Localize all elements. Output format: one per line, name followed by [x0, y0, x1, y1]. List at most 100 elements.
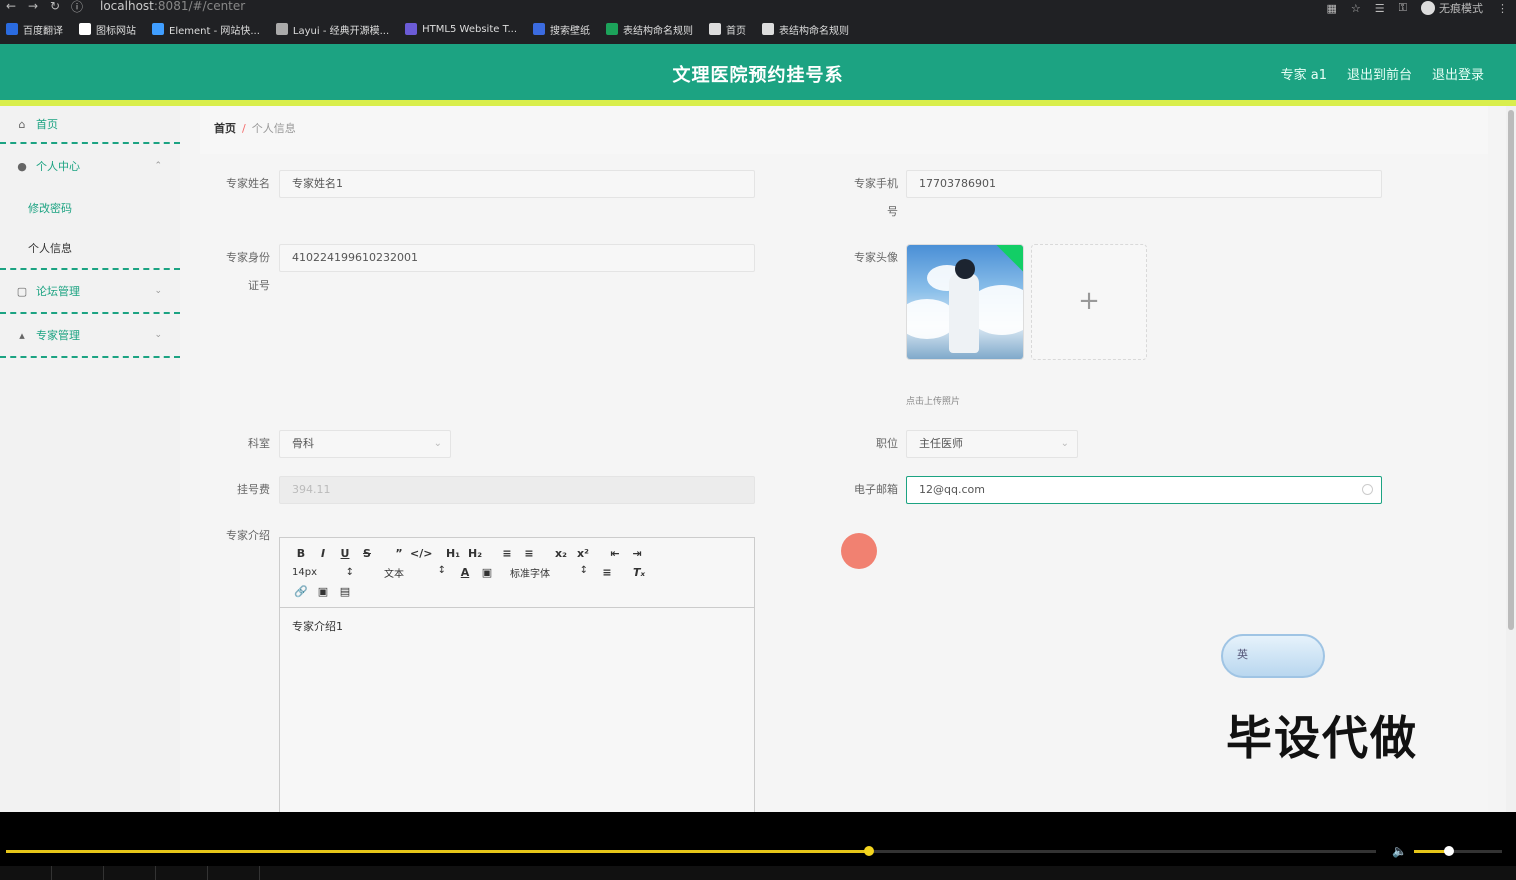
- scrollbar-thumb[interactable]: [1508, 110, 1514, 630]
- link-icon[interactable]: 🔗: [290, 585, 312, 598]
- back-icon[interactable]: ←: [0, 0, 22, 13]
- subscript-icon[interactable]: x₂: [550, 547, 572, 560]
- title-select[interactable]: 主任医师 ⌄: [906, 430, 1078, 458]
- bookmark-item[interactable]: 表结构命名规则: [606, 22, 693, 37]
- sidebar-item-change-password[interactable]: 修改密码: [0, 188, 180, 228]
- font-size-picker[interactable]: 14px ↕: [292, 567, 362, 578]
- url-path: :8081/#/center: [153, 0, 246, 13]
- idcard-input[interactable]: 410224199610232001: [279, 244, 755, 272]
- key-icon[interactable]: ⚿: [1399, 1, 1407, 15]
- dept-select[interactable]: 骨科 ⌄: [279, 430, 451, 458]
- underline-icon[interactable]: U: [334, 547, 356, 560]
- dept-label: 科室: [248, 437, 270, 450]
- avatar-label: 专家头像: [854, 251, 898, 264]
- paragraph-picker[interactable]: 文本 ↕: [364, 565, 454, 580]
- bookmark-item[interactable]: 搜索壁纸: [533, 22, 590, 37]
- clear-format-icon[interactable]: Tₓ: [628, 566, 650, 579]
- bullet-list-icon[interactable]: ≡: [518, 547, 540, 560]
- clear-icon[interactable]: [1362, 484, 1373, 495]
- app: 文理医院预约挂号系 专家 a1 退出到前台 退出登录 ⌂ 首页 ● 个人中心 ⌃…: [0, 44, 1516, 812]
- bookmark-item[interactable]: HTML5 Website T...: [405, 23, 517, 35]
- incognito-indicator[interactable]: 无痕模式: [1421, 0, 1483, 16]
- bg-color-icon[interactable]: ▣: [476, 566, 498, 579]
- upload-button[interactable]: +: [1031, 244, 1147, 360]
- bookmark-item[interactable]: 百度翻译: [6, 22, 63, 37]
- image-icon[interactable]: ▣: [312, 585, 334, 598]
- phone-label-cont: 号: [887, 205, 898, 218]
- sidebar-item-personal-center[interactable]: ● 个人中心 ⌃: [0, 144, 180, 188]
- h1-icon[interactable]: H₁: [442, 547, 464, 560]
- ordered-list-icon[interactable]: ≡: [496, 547, 518, 560]
- phone-label: 专家手机: [854, 177, 898, 190]
- url-host: localhost: [100, 0, 154, 13]
- home-icon: ⌂: [18, 117, 26, 131]
- page-scrollbar[interactable]: [1506, 106, 1516, 812]
- bookmark-item[interactable]: 首页: [709, 22, 746, 37]
- volume-track[interactable]: [1414, 850, 1502, 853]
- align-icon[interactable]: ≡: [596, 566, 618, 579]
- email-input-value: 12@qq.com: [919, 483, 985, 496]
- bookmark-label: 表结构命名规则: [623, 25, 694, 37]
- bookmark-icon: [79, 23, 91, 35]
- dept-select-value: 骨科: [292, 437, 314, 450]
- user-name-link[interactable]: 专家 a1: [1281, 64, 1327, 83]
- font-family-picker[interactable]: 标准字体 ↕: [500, 565, 596, 580]
- updown-icon: ↕: [345, 567, 354, 578]
- ime-floating-widget[interactable]: 英: [1221, 634, 1325, 678]
- translate-icon[interactable]: ▦: [1326, 2, 1336, 15]
- star-icon[interactable]: ☆: [1351, 2, 1361, 15]
- avatar-image[interactable]: [906, 244, 1024, 360]
- sidebar-item-home[interactable]: ⌂ 首页: [0, 106, 180, 144]
- updown-icon: ↕: [579, 565, 588, 576]
- exit-to-front-link[interactable]: 退出到前台: [1347, 64, 1412, 83]
- info-icon[interactable]: ⓘ: [66, 0, 88, 15]
- menu-icon[interactable]: ⋮: [1497, 2, 1508, 15]
- bookmark-item[interactable]: 表结构命名规则: [762, 22, 849, 37]
- sidebar-group-personal: ● 个人中心 ⌃ 修改密码 个人信息: [0, 144, 180, 270]
- progress-track[interactable]: [6, 850, 1376, 853]
- breadcrumb-current: 个人信息: [251, 122, 296, 135]
- bookmark-item[interactable]: Element - 网站快...: [152, 22, 260, 37]
- strike-icon[interactable]: S: [356, 547, 378, 560]
- bookmark-item[interactable]: 图标网站: [79, 22, 136, 37]
- name-input[interactable]: 专家姓名1: [279, 170, 755, 198]
- bell-icon: ▴: [19, 328, 25, 342]
- sidebar-item-experts[interactable]: ▴ 专家管理 ⌄: [0, 314, 180, 358]
- sidebar-item-forum[interactable]: ▢ 论坛管理 ⌄: [0, 270, 180, 314]
- volume-icon[interactable]: 🔈: [1392, 844, 1407, 858]
- chevron-down-icon: ⌄: [154, 330, 162, 340]
- breadcrumb-home[interactable]: 首页: [214, 122, 236, 135]
- phone-input[interactable]: 17703786901: [906, 170, 1382, 198]
- code-icon[interactable]: </>: [410, 547, 432, 560]
- bookmark-label: 百度翻译: [23, 25, 63, 37]
- editor-content[interactable]: 专家介绍1: [280, 608, 754, 644]
- sidebar-item-personal-info[interactable]: 个人信息: [0, 228, 180, 268]
- video-icon[interactable]: ▤: [334, 585, 356, 598]
- url-text[interactable]: localhost:8081/#/center: [100, 0, 245, 13]
- outdent-icon[interactable]: ⇤: [604, 547, 626, 560]
- avatar-head: [955, 259, 975, 279]
- h2-icon[interactable]: H₂: [464, 547, 486, 560]
- logout-link[interactable]: 退出登录: [1432, 64, 1484, 83]
- bookmark-item[interactable]: Layui - 经典开源模...: [275, 22, 390, 37]
- email-input[interactable]: 12@qq.com: [906, 476, 1382, 504]
- sidebar-item-label: 专家管理: [36, 329, 80, 342]
- volume-knob[interactable]: [1444, 846, 1455, 856]
- font-color-icon[interactable]: A: [454, 566, 476, 579]
- superscript-icon[interactable]: x²: [572, 547, 594, 560]
- bold-icon[interactable]: B: [290, 547, 312, 560]
- forward-icon[interactable]: →: [22, 0, 44, 13]
- reading-list-icon[interactable]: ☰: [1375, 2, 1385, 15]
- bookmark-label: Layui - 经典开源模...: [292, 25, 390, 37]
- quote-icon[interactable]: ”: [388, 547, 410, 560]
- bookmark-label: 搜索壁纸: [550, 25, 591, 37]
- address-bar[interactable]: ← → ↻ ⓘ localhost:8081/#/center: [0, 0, 1516, 15]
- idcard-label: 专家身份: [226, 251, 270, 264]
- bookmark-icon: [762, 23, 775, 35]
- browser-chrome: ← → ↻ ⓘ localhost:8081/#/center ▦ ☆ ☰ ⚿ …: [0, 0, 1516, 44]
- italic-icon[interactable]: I: [312, 547, 334, 560]
- reload-icon[interactable]: ↻: [44, 0, 66, 13]
- rich-text-editor[interactable]: B I U S ” </> H₁ H₂ ≡ ≡ x₂ x² ⇤ ⇥ 14px ↕…: [279, 537, 755, 812]
- indent-icon[interactable]: ⇥: [626, 547, 648, 560]
- progress-knob[interactable]: [864, 846, 875, 856]
